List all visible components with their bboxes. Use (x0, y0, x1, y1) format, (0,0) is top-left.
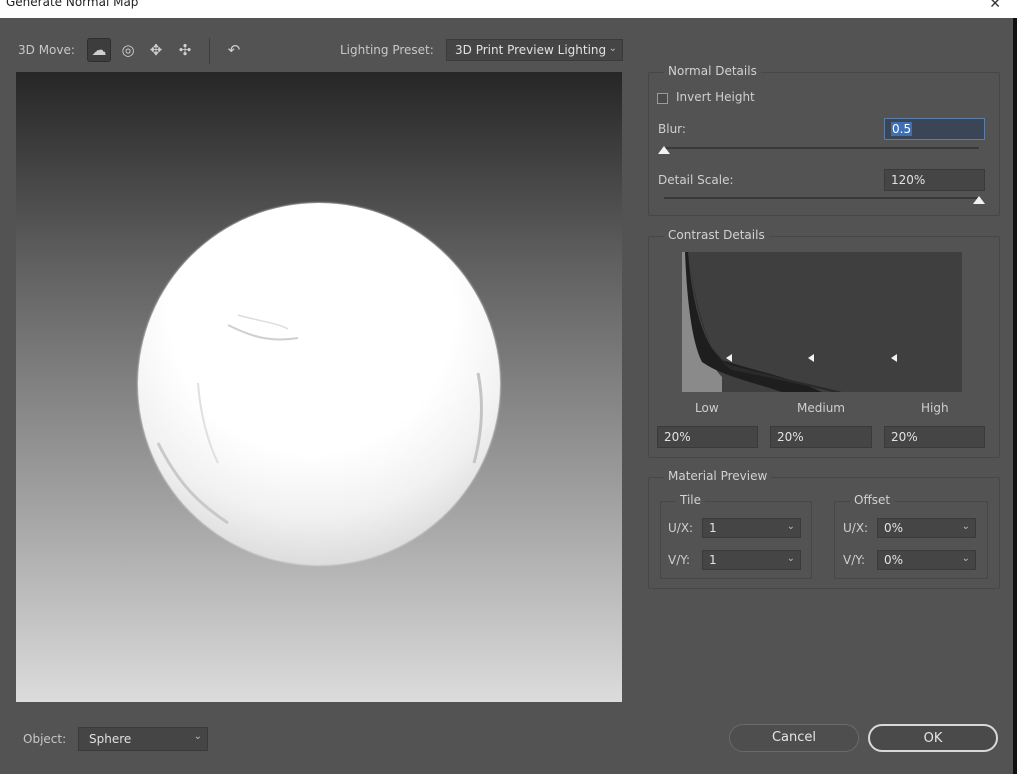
tile-title: Tile (676, 493, 706, 507)
tile-vy-select[interactable]: 1 ⌄ (702, 550, 801, 570)
detail-scale-value: 120% (891, 173, 926, 187)
contrast-curve-graph (682, 252, 842, 392)
sphere-preview[interactable] (138, 203, 500, 565)
detail-scale-input[interactable]: 120% (884, 169, 985, 191)
detail-scale-label: Detail Scale: (658, 173, 734, 187)
blur-label: Blur: (658, 122, 686, 136)
tile-ux-label: U/X: (668, 521, 694, 535)
material-preview-title: Material Preview (664, 469, 772, 483)
window-edge (1013, 18, 1017, 774)
chevron-down-icon: ⌄ (961, 553, 970, 564)
close-icon[interactable]: ✕ (989, 0, 1001, 12)
move-label: 3D Move: (18, 43, 75, 57)
low-value: 20% (664, 430, 691, 444)
cancel-button[interactable]: Cancel (729, 724, 859, 752)
roll-icon[interactable]: ◎ (116, 38, 140, 62)
ok-button[interactable]: OK (868, 724, 998, 752)
blur-value: 0.5 (891, 122, 913, 136)
reset-view-icon[interactable]: ↶ (222, 38, 246, 62)
offset-ux-select[interactable]: 0% ⌄ (877, 518, 976, 538)
chevron-down-icon: ⌄ (786, 553, 795, 564)
preview-canvas[interactable] (16, 72, 622, 702)
invert-height-label: Invert Height (676, 90, 755, 104)
chevron-down-icon: ⌄ (193, 731, 202, 742)
chevron-down-icon: ⌄ (961, 521, 970, 532)
offset-vy-label: V/Y: (843, 553, 866, 567)
lighting-preset-label: Lighting Preset: (340, 43, 434, 57)
tile-ux-value: 1 (709, 521, 717, 535)
offset-vy-select[interactable]: 0% ⌄ (877, 550, 976, 570)
invert-height-checkbox[interactable] (657, 93, 668, 104)
offset-vy-value: 0% (884, 553, 904, 567)
title-bar: Generate Normal Map ✕ (0, 0, 1017, 18)
tile-vy-label: V/Y: (668, 553, 691, 567)
blur-slider-thumb[interactable] (658, 146, 670, 154)
high-input[interactable]: 20% (884, 426, 985, 448)
toolbar-divider (209, 38, 210, 64)
blur-slider-track[interactable] (664, 147, 979, 149)
toolbar: 3D Move: ☁ ◎ ✥ ✣ ↶ Lighting Preset: 3D P… (0, 30, 630, 70)
window-title: Generate Normal Map (6, 0, 139, 9)
sphere-texture (156, 314, 483, 525)
detail-scale-slider-thumb[interactable] (973, 196, 985, 204)
blur-input[interactable]: 0.5 (884, 118, 985, 140)
high-handle[interactable] (891, 354, 897, 362)
low-handle[interactable] (726, 354, 732, 362)
chevron-down-icon: ⌄ (786, 521, 795, 532)
contrast-details-title: Contrast Details (664, 228, 769, 242)
medium-value: 20% (777, 430, 804, 444)
low-input[interactable]: 20% (657, 426, 758, 448)
orbit-icon[interactable]: ☁ (87, 38, 111, 62)
tile-vy-value: 1 (709, 553, 717, 567)
lighting-preset-select[interactable]: 3D Print Preview Lighting ⌄ (446, 39, 623, 61)
high-label: High (921, 401, 949, 415)
tile-ux-select[interactable]: 1 ⌄ (702, 518, 801, 538)
medium-input[interactable]: 20% (770, 426, 872, 448)
chevron-down-icon: ⌄ (608, 43, 617, 54)
offset-ux-value: 0% (884, 521, 904, 535)
pan-icon[interactable]: ✥ (144, 38, 168, 62)
lighting-preset-value: 3D Print Preview Lighting (455, 43, 607, 57)
low-label: Low (695, 401, 719, 415)
detail-scale-slider-track[interactable] (664, 197, 979, 199)
object-label: Object: (23, 732, 67, 746)
medium-handle[interactable] (808, 354, 814, 362)
contrast-curve[interactable] (682, 252, 962, 392)
offset-ux-label: U/X: (843, 521, 869, 535)
offset-title: Offset (850, 493, 895, 507)
object-value: Sphere (89, 732, 132, 746)
medium-label: Medium (797, 401, 845, 415)
high-value: 20% (891, 430, 918, 444)
slide-icon[interactable]: ✣ (173, 38, 197, 62)
normal-details-title: Normal Details (664, 64, 761, 78)
object-select[interactable]: Sphere ⌄ (78, 727, 208, 751)
